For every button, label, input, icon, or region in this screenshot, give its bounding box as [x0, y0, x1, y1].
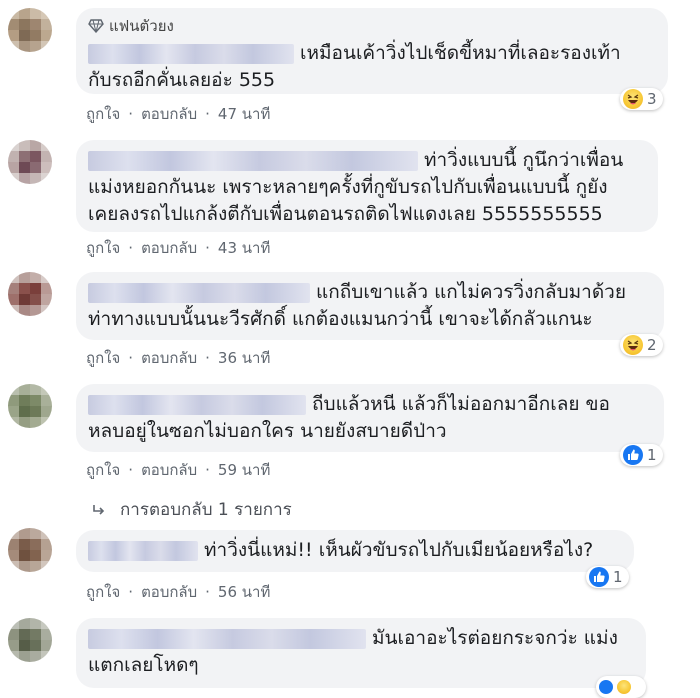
- comment-bubble: ท่าวิ่งนี่แหม่!! เห็นผัวขับรถไปกับเมียน้…: [76, 530, 634, 572]
- comment-line: เหมือนเค้าวิ่งไปเช็ดขี้หมาที่เลอะรองเท้า: [300, 42, 621, 64]
- comment-line: แกถีบเขาแล้ว แกไม่ควรวิ่งกลับมาด้วย: [316, 281, 626, 303]
- comment-line: หลบอยู่ในซอกไม่บอกใคร นายยังสบายดีป่าว: [88, 420, 447, 442]
- avatar[interactable]: [8, 272, 52, 316]
- reaction-summary-partial[interactable]: [596, 676, 646, 698]
- timestamp[interactable]: 56 นาที: [218, 580, 270, 604]
- avatar[interactable]: [8, 140, 52, 184]
- reply-link[interactable]: ตอบกลับ: [141, 458, 197, 482]
- separator: ·: [128, 105, 134, 123]
- reply-arrow-icon: [93, 504, 105, 515]
- comment-line: เคยลงรถไปแกล้งตีกับเพื่อนตอนรถติดไฟแดงเล…: [88, 203, 603, 225]
- reaction-count: 1: [647, 446, 657, 464]
- comment-text: ท่าวิ่งแบบนี้ กูนึกว่าเพื่อน แม่งหยอกกัน…: [88, 147, 646, 228]
- separator: ·: [128, 461, 134, 479]
- separator: ·: [205, 583, 210, 601]
- timestamp[interactable]: 43 นาที: [218, 236, 270, 260]
- reply-link[interactable]: ตอบกลับ: [141, 102, 197, 126]
- avatar[interactable]: [8, 528, 52, 572]
- comment-actions: ถูกใจ · ตอบกลับ · 59 นาที: [86, 458, 270, 482]
- separator: ·: [205, 239, 210, 257]
- like-link[interactable]: ถูกใจ: [86, 458, 120, 482]
- haha-reaction-icon: [623, 89, 643, 109]
- blurred-author-name[interactable]: [88, 540, 198, 561]
- comment-line: แม่งหยอกกันนะ เพราะหลายๆครั้งที่กูขับรถไ…: [88, 176, 608, 198]
- separator: ·: [205, 349, 210, 367]
- view-replies-link[interactable]: การตอบกลับ 1 รายการ: [92, 496, 292, 523]
- reaction-summary[interactable]: 1: [586, 566, 629, 588]
- timestamp[interactable]: 36 นาที: [218, 346, 270, 370]
- avatar[interactable]: [8, 8, 52, 52]
- like-link[interactable]: ถูกใจ: [86, 236, 120, 260]
- view-replies-label[interactable]: การตอบกลับ 1 รายการ: [120, 496, 292, 523]
- comment-text: มันเอาอะไรต่อยกระจกว่ะ แม่ง แตกเลยโหดๆ: [88, 625, 634, 679]
- blurred-author-name[interactable]: [88, 43, 294, 64]
- comment-bubble: แกถีบเขาแล้ว แกไม่ควรวิ่งกลับมาด้วย ท่าท…: [76, 272, 664, 340]
- like-reaction-icon: [599, 680, 613, 694]
- reaction-summary[interactable]: 1: [620, 444, 663, 466]
- like-link[interactable]: ถูกใจ: [86, 102, 120, 126]
- comment-bubble: มันเอาอะไรต่อยกระจกว่ะ แม่ง แตกเลยโหดๆ: [76, 618, 646, 688]
- comment-actions: ถูกใจ · ตอบกลับ · 47 นาที: [86, 102, 270, 126]
- comment-text: แกถีบเขาแล้ว แกไม่ควรวิ่งกลับมาด้วย ท่าท…: [88, 279, 652, 333]
- reaction-summary[interactable]: 3: [620, 88, 663, 110]
- reply-link[interactable]: ตอบกลับ: [141, 346, 197, 370]
- comment-bubble: แฟนตัวยง เหมือนเค้าวิ่งไปเช็ดขี้หมาที่เล…: [76, 8, 668, 94]
- fan-badge: แฟนตัวยง: [88, 14, 656, 38]
- comment-text: ท่าวิ่งนี่แหม่!! เห็นผัวขับรถไปกับเมียน้…: [88, 537, 622, 564]
- blurred-author-name[interactable]: [88, 150, 418, 171]
- reply-link[interactable]: ตอบกลับ: [141, 580, 197, 604]
- comment-line: ถีบแล้วหนี แล้วก็ไม่ออกมาอีกเลย ขอ: [312, 393, 610, 415]
- diamond-icon: [88, 19, 104, 33]
- comment-line: กับรถอีกคั่นเลยอ่ะ 555: [88, 69, 276, 91]
- comment-line: แตกเลยโหดๆ: [88, 654, 199, 676]
- reply-link[interactable]: ตอบกลับ: [141, 236, 197, 260]
- timestamp[interactable]: 59 นาที: [218, 458, 270, 482]
- comment-line: มันเอาอะไรต่อยกระจกว่ะ แม่ง: [372, 627, 618, 649]
- comment-actions: ถูกใจ · ตอบกลับ · 56 นาที: [86, 580, 270, 604]
- comment-line: ท่าวิ่งนี่แหม่!! เห็นผัวขับรถไปกับเมียน้…: [204, 539, 594, 561]
- comment-line: ท่าทางแบบนั้นนะวีรศักดิ์ แกต้องแมนกว่านี…: [88, 308, 593, 330]
- separator: ·: [205, 105, 210, 123]
- separator: ·: [128, 239, 134, 257]
- separator: ·: [205, 461, 210, 479]
- haha-reaction-icon: [617, 680, 631, 694]
- comment-bubble: ถีบแล้วหนี แล้วก็ไม่ออกมาอีกเลย ขอ หลบอย…: [76, 384, 664, 452]
- reaction-summary[interactable]: 2: [620, 334, 663, 356]
- blurred-author-name[interactable]: [88, 282, 310, 303]
- blurred-author-name[interactable]: [88, 628, 366, 649]
- comment-actions: ถูกใจ · ตอบกลับ · 36 นาที: [86, 346, 270, 370]
- timestamp[interactable]: 47 นาที: [218, 102, 270, 126]
- like-link[interactable]: ถูกใจ: [86, 580, 120, 604]
- avatar[interactable]: [8, 618, 52, 662]
- comment-bubble: ท่าวิ่งแบบนี้ กูนึกว่าเพื่อน แม่งหยอกกัน…: [76, 140, 658, 232]
- avatar[interactable]: [8, 384, 52, 428]
- comment-actions: ถูกใจ · ตอบกลับ · 43 นาที: [86, 236, 270, 260]
- separator: ·: [128, 583, 134, 601]
- comment-text: เหมือนเค้าวิ่งไปเช็ดขี้หมาที่เลอะรองเท้า…: [88, 40, 656, 94]
- haha-reaction-icon: [623, 335, 643, 355]
- reaction-count: 3: [647, 90, 657, 108]
- like-reaction-icon: [589, 567, 609, 587]
- like-link[interactable]: ถูกใจ: [86, 346, 120, 370]
- comment-line: ท่าวิ่งแบบนี้ กูนึกว่าเพื่อน: [424, 149, 624, 171]
- like-reaction-icon: [623, 445, 643, 465]
- comment-text: ถีบแล้วหนี แล้วก็ไม่ออกมาอีกเลย ขอ หลบอย…: [88, 391, 652, 445]
- fan-badge-label: แฟนตัวยง: [109, 17, 174, 35]
- separator: ·: [128, 349, 134, 367]
- reaction-count: 1: [613, 568, 623, 586]
- blurred-author-name[interactable]: [88, 394, 306, 415]
- reaction-count: 2: [647, 336, 657, 354]
